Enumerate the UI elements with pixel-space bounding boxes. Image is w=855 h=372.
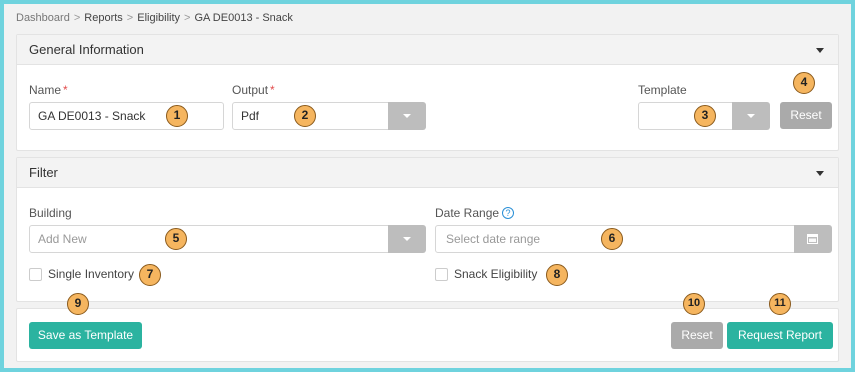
general-information-header[interactable]: General Information (17, 35, 838, 65)
app-frame: Dashboard > Reports > Eligibility > GA DE0013 … (4, 4, 851, 368)
callout-1: 1 (166, 105, 188, 127)
breadcrumb: Dashboard > Reports > Eligibility > GA DE0013 … (16, 12, 293, 24)
callout-8: 8 (546, 264, 568, 286)
filter-header[interactable]: Filter (17, 158, 838, 188)
breadcrumb-current: GA DE0013 - Snack (194, 12, 293, 24)
building-dropdown-button[interactable] (388, 225, 426, 253)
callout-3: 3 (694, 105, 716, 127)
building-select[interactable]: Add New (29, 225, 394, 253)
single-inventory-label[interactable]: Single Inventory (48, 267, 134, 281)
breadcrumb-separator: > (184, 12, 191, 24)
name-label: Name * (29, 83, 68, 97)
general-information-panel: General Information Name * GA DE0013 - Sn… (16, 34, 839, 151)
callout-11: 11 (769, 293, 791, 315)
template-select[interactable] (638, 102, 738, 130)
snack-eligibility-label[interactable]: Snack Eligibility (454, 267, 537, 281)
filter-panel: Filter Building Add New 5 Date Range? Se… (16, 157, 839, 302)
callout-9: 9 (67, 293, 89, 315)
chevron-down-icon[interactable] (816, 48, 824, 53)
template-dropdown-button[interactable] (732, 102, 770, 130)
callout-4: 4 (793, 72, 815, 94)
template-reset-button[interactable]: Reset (780, 102, 832, 129)
date-range-label: Date Range? (435, 206, 515, 220)
action-bar: Save as Template Reset Request Report (16, 308, 839, 362)
reset-button[interactable]: Reset (671, 322, 723, 349)
chevron-down-icon[interactable] (816, 171, 824, 176)
callout-2: 2 (294, 105, 316, 127)
filter-title: Filter (29, 165, 58, 180)
template-label: Template (638, 83, 687, 97)
breadcrumb-separator: > (126, 12, 134, 24)
help-icon[interactable]: ? (502, 207, 515, 219)
breadcrumb-reports[interactable]: Reports (84, 12, 123, 24)
request-report-button[interactable]: Request Report (727, 322, 833, 349)
breadcrumb-separator: > (73, 12, 81, 24)
callout-5: 5 (165, 228, 187, 250)
single-inventory-checkbox[interactable] (29, 268, 42, 281)
building-label: Building (29, 206, 72, 220)
callout-6: 6 (601, 228, 623, 250)
output-dropdown-button[interactable] (388, 102, 426, 130)
name-input[interactable]: GA DE0013 - Snack (29, 102, 224, 130)
calendar-icon (807, 234, 818, 244)
general-information-title: General Information (29, 42, 144, 57)
breadcrumb-eligibility[interactable]: Eligibility (137, 12, 180, 24)
callout-10: 10 (683, 293, 705, 315)
save-as-template-button[interactable]: Save as Template (29, 322, 142, 349)
breadcrumb-dashboard[interactable]: Dashboard (16, 12, 70, 24)
output-label: Output * (232, 83, 275, 97)
snack-eligibility-checkbox[interactable] (435, 268, 448, 281)
callout-7: 7 (139, 264, 161, 286)
calendar-button[interactable] (794, 225, 832, 253)
